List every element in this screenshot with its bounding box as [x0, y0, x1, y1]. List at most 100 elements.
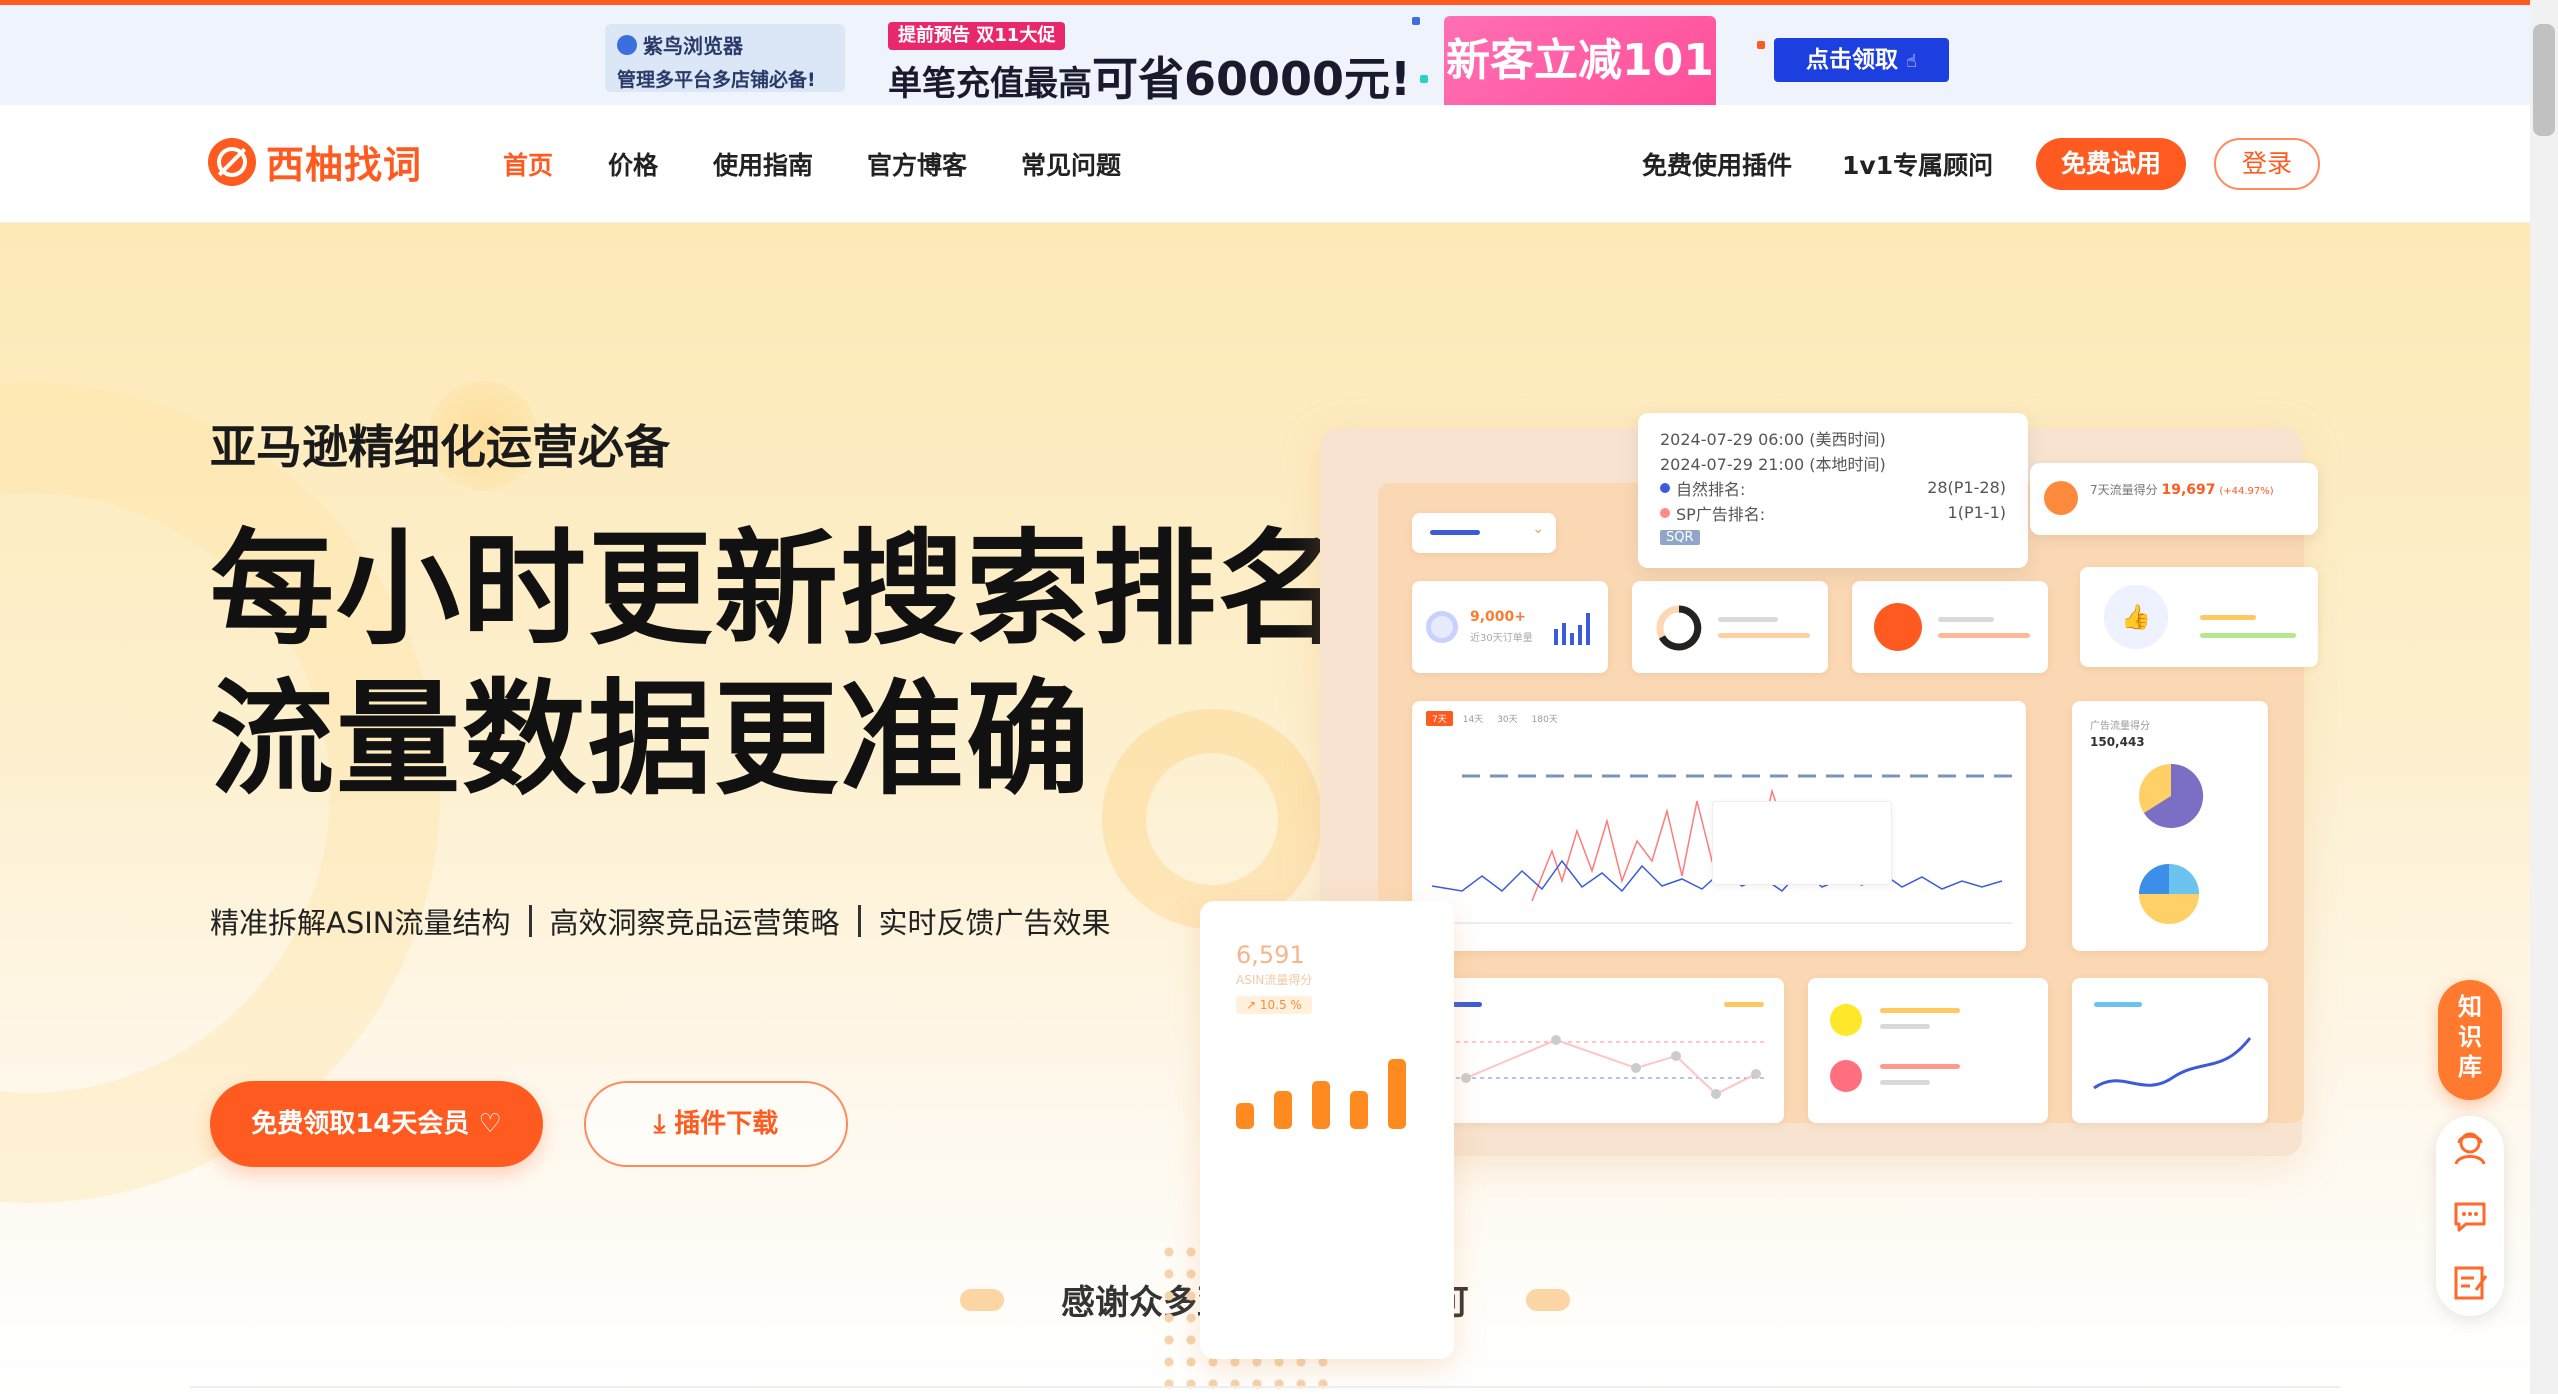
side-toolbar — [2436, 1116, 2504, 1316]
legend-red-dot — [1830, 1060, 1862, 1092]
knowledge-base-label: 知识库 — [2458, 993, 2482, 1081]
organic-label: 自然排名: — [1676, 479, 1746, 499]
growth-line-chart — [2093, 1037, 2252, 1090]
hero-title: 每小时更新搜索排名 流量数据更准确 — [210, 515, 1344, 815]
thumbs-up-icon: 👍 — [2104, 585, 2168, 649]
score-icon — [2044, 481, 2078, 515]
nav-item-faq[interactable]: 常见问题 — [1021, 146, 1121, 182]
placeholder-line — [1718, 617, 1778, 622]
legend-yellow-dot — [1830, 1004, 1862, 1036]
stat-card-orders: 9,000+ 近30天订单量 — [1412, 581, 1608, 673]
promo-browser-ad[interactable]: 紫鸟浏览器 管理多平台多店铺必备! — [605, 24, 845, 92]
claim-membership-button[interactable]: 免费领取14天会员 ♡ — [210, 1081, 543, 1167]
tooltip-sqr-row: SQR — [1660, 525, 2006, 550]
growth-card — [2072, 978, 2268, 1123]
tooltip-time-us: 2024-07-29 06:00 (美西时间) — [1660, 429, 1886, 449]
status-circle-icon — [1874, 603, 1922, 651]
organic-dot — [1660, 482, 1670, 493]
chart-hover-tooltip — [1712, 801, 1892, 885]
site-logo[interactable]: 西柚找词 — [208, 134, 422, 189]
placeholder-line — [1880, 1024, 1930, 1029]
placeholder-line — [1880, 1080, 1930, 1085]
pie-chart-blue — [2139, 864, 2199, 924]
diamond-icon: ♡ — [478, 1109, 502, 1139]
nav-item-home[interactable]: 首页 — [503, 146, 553, 182]
promo-browser-name-row: 紫鸟浏览器 — [617, 30, 833, 59]
hero-feature: 实时反馈广告效果 — [878, 906, 1111, 940]
login-button[interactable]: 登录 — [2214, 138, 2320, 190]
asin-score-value: 6,591 — [1236, 941, 1305, 969]
feature-divider — [528, 905, 532, 937]
sp-label: SP广告排名: — [1676, 504, 1766, 524]
promo-banner[interactable]: 紫鸟浏览器 管理多平台多店铺必备! 提前预告 双11大促 单笔充值最高可省600… — [0, 5, 2530, 105]
promo-new-customer[interactable]: 新客立减101元 — [1444, 16, 1716, 105]
placeholder-line — [1718, 633, 1810, 638]
placeholder-line — [2200, 615, 2256, 620]
promo-browser-slogan: 管理多平台多店铺必备! — [617, 69, 816, 91]
sp-value: 1(P1-1) — [1947, 503, 2006, 522]
claim-membership-label: 免费领取14天会员 — [251, 1109, 470, 1139]
hero-title-line1: 每小时更新搜索排名 — [210, 518, 1345, 662]
trend-card — [1436, 978, 1784, 1123]
ad-traffic-pie-card: 广告流量得分 150,443 — [2072, 701, 2268, 951]
sp-dot — [1660, 507, 1670, 518]
promo-headline-prefix: 单笔充值最高 — [888, 64, 1092, 104]
traffic-score-card: 7天流量得分 19,697 (+44.97%) — [2030, 463, 2318, 535]
score-label: 7天流量得分 — [2090, 483, 2158, 497]
placeholder-line — [1880, 1008, 1960, 1013]
scrollbar-thumb[interactable] — [2533, 24, 2555, 136]
plugin-download-button[interactable]: ⤓ 插件下载 — [584, 1081, 848, 1167]
placeholder-line — [1938, 633, 2030, 638]
confetti-decoration — [1420, 75, 1428, 83]
dashboard-dropdown: ⌄ — [1412, 513, 1556, 553]
ranking-tooltip: 2024-07-29 06:00 (美西时间) 2024-07-29 21:00… — [1638, 413, 2028, 568]
score-change: (+44.97%) — [2219, 486, 2274, 497]
promo-headline: 单笔充值最高可省60000元! — [888, 43, 1411, 105]
donut-chart-icon — [1656, 605, 1702, 651]
asin-score-change-value: 10.5 % — [1259, 998, 1302, 1012]
plugin-download-label: 插件下载 — [674, 1109, 779, 1139]
feedback-icon[interactable] — [2450, 1262, 2490, 1302]
asin-score-card: 6,591 ASIN流量得分 ↗ 10.5 % — [1200, 901, 1454, 1359]
claim-button-label: 点击领取 — [1806, 47, 1898, 73]
confetti-decoration — [1757, 41, 1765, 49]
feature-divider — [857, 905, 861, 937]
organic-value: 28(P1-28) — [1927, 478, 2006, 497]
hand-pointer-icon: ☝ — [1906, 51, 1917, 72]
nav-link-free-plugin[interactable]: 免费使用插件 — [1642, 146, 1792, 182]
scrollbar-track[interactable] — [2530, 0, 2558, 1394]
tooltip-sp-row: SP广告排名: 1(P1-1) — [1660, 500, 2006, 525]
promo-headline-highlight: 可省60000元! — [1092, 52, 1412, 105]
sqr-badge: SQR — [1660, 530, 1700, 545]
tooltip-time-row: 2024-07-29 06:00 (美西时间) — [1660, 425, 2006, 450]
placeholder-line — [1938, 617, 1994, 622]
pie-card-title: 广告流量得分 — [2090, 721, 2150, 732]
claim-button[interactable]: 点击领取 ☝ — [1774, 38, 1949, 82]
tooltip-organic-row: 自然排名: 28(P1-28) — [1660, 475, 2006, 500]
partner-logos-row — [190, 1386, 2340, 1394]
pie-chart-purple — [2139, 763, 2204, 828]
stat-card-value: 9,000+ — [1470, 609, 1527, 625]
nav-link-consultant[interactable]: 1v1专属顾问 — [1842, 146, 1993, 182]
stat-card-like: 👍 — [2080, 567, 2318, 667]
asin-bar-chart — [1236, 1059, 1406, 1129]
nav-item-guide[interactable]: 使用指南 — [713, 146, 813, 182]
knowledge-base-button[interactable]: 知识库 — [2438, 980, 2502, 1100]
promo-browser-name: 紫鸟浏览器 — [643, 34, 743, 58]
tooltip-time-local: 2024-07-29 21:00 (本地时间) — [1660, 454, 1886, 474]
hero-feature: 精准拆解ASIN流量结构 — [210, 906, 511, 940]
placeholder-line — [1880, 1064, 1960, 1069]
nav-item-blog[interactable]: 官方博客 — [867, 146, 967, 182]
asin-score-label: ASIN流量得分 — [1236, 973, 1313, 987]
free-trial-button[interactable]: 免费试用 — [2036, 138, 2186, 190]
nav-item-pricing[interactable]: 价格 — [608, 146, 658, 182]
pie-card-value: 150,443 — [2090, 735, 2145, 749]
hero-subtitle: 亚马逊精细化运营必备 — [210, 420, 670, 474]
placeholder-line — [1430, 530, 1480, 535]
ranking-line-chart-card: 7天 14天 30天 180天 — [1412, 701, 2026, 951]
chat-icon[interactable] — [2450, 1196, 2490, 1236]
trend-line-chart — [1456, 1035, 1766, 1099]
logo-text: 西柚找词 — [266, 143, 423, 187]
consultant-icon[interactable] — [2450, 1128, 2490, 1168]
stat-card-label: 近30天订单量 — [1470, 633, 1533, 644]
